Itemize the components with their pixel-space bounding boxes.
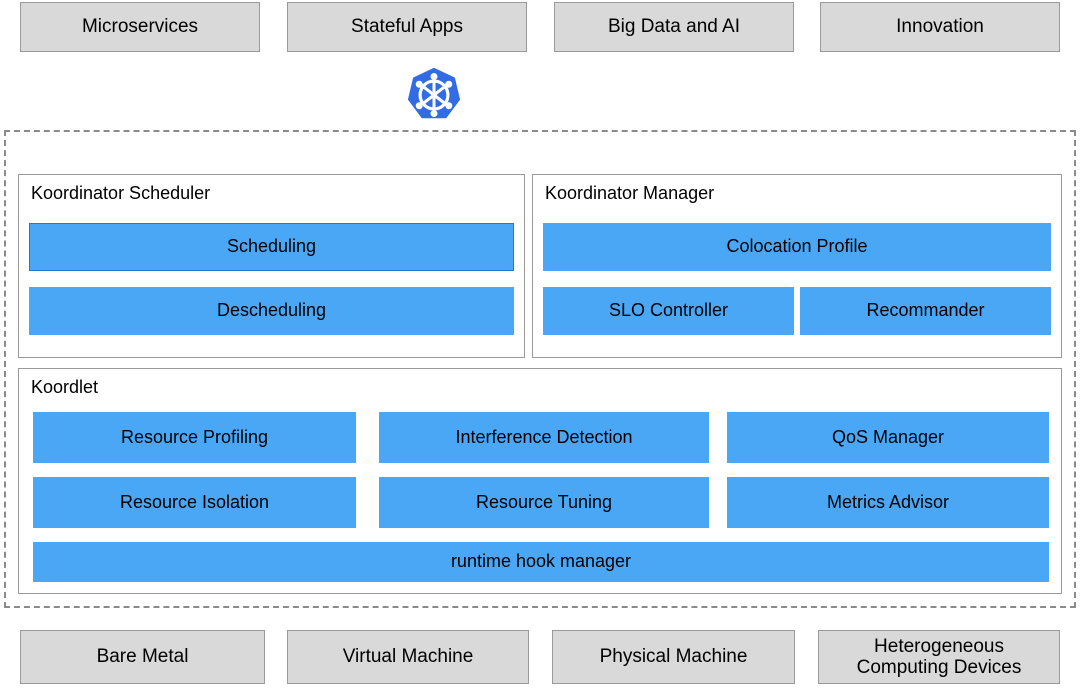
component-resource-tuning[interactable]: Resource Tuning	[379, 477, 709, 528]
workload-label: Microservices	[81, 16, 199, 38]
infrastructure-box-physical-machine[interactable]: Physical Machine	[552, 630, 795, 684]
infrastructure-box-virtual-machine[interactable]: Virtual Machine	[287, 630, 529, 684]
infrastructure-label: Physical Machine	[599, 646, 748, 668]
workload-box-big-data-and-ai[interactable]: Big Data and AI	[554, 2, 794, 52]
koordinator-scheduler-title: Koordinator Scheduler	[31, 183, 211, 203]
koordinator-manager-title: Koordinator Manager	[545, 183, 715, 203]
component-label: Resource Tuning	[475, 491, 613, 512]
component-label: Descheduling	[216, 300, 327, 321]
component-label: Colocation Profile	[726, 236, 868, 257]
component-qos-manager[interactable]: QoS Manager	[727, 412, 1049, 463]
component-descheduling[interactable]: Descheduling	[29, 287, 514, 335]
component-label: Resource Isolation	[119, 491, 270, 512]
component-label: Resource Profiling	[120, 426, 269, 447]
component-slo-controller[interactable]: SLO Controller	[543, 287, 794, 335]
component-label: QoS Manager	[831, 426, 945, 447]
component-label: Metrics Advisor	[826, 491, 950, 512]
workload-label: Stateful Apps	[351, 16, 463, 38]
infrastructure-label: Bare Metal	[96, 646, 189, 668]
koordinator-manager-panel: Koordinator Manager Colocation Profile S…	[532, 174, 1062, 358]
kubernetes-logo-icon	[405, 66, 463, 124]
component-label: SLO Controller	[608, 300, 729, 321]
component-label: Scheduling	[226, 236, 317, 257]
koordinator-scheduler-panel: Koordinator Scheduler Scheduling Desched…	[18, 174, 525, 358]
component-metrics-advisor[interactable]: Metrics Advisor	[727, 477, 1049, 528]
component-label: runtime hook manager	[450, 551, 632, 572]
infrastructure-label-line2: Computing Devices	[856, 657, 1022, 678]
koordlet-panel: Koordlet Resource Profiling Interference…	[18, 368, 1062, 594]
infrastructure-label: Virtual Machine	[342, 646, 474, 668]
workload-box-microservices[interactable]: Microservices	[20, 2, 260, 52]
architecture-diagram: Microservices Stateful Apps Big Data and…	[0, 0, 1080, 697]
component-colocation-profile[interactable]: Colocation Profile	[543, 223, 1051, 271]
component-recommander[interactable]: Recommander	[800, 287, 1051, 335]
workload-label: Innovation	[896, 16, 984, 38]
workload-box-stateful-apps[interactable]: Stateful Apps	[287, 2, 527, 52]
component-label: Recommander	[866, 300, 985, 321]
workload-label: Big Data and AI	[607, 16, 741, 38]
koordlet-title: Koordlet	[31, 377, 99, 397]
infrastructure-box-heterogeneous-computing-devices[interactable]: Heterogeneous Computing Devices	[818, 630, 1060, 684]
infrastructure-box-bare-metal[interactable]: Bare Metal	[20, 630, 265, 684]
component-resource-profiling[interactable]: Resource Profiling	[33, 412, 356, 463]
component-runtime-hook-manager[interactable]: runtime hook manager	[33, 542, 1049, 582]
component-interference-detection[interactable]: Interference Detection	[379, 412, 709, 463]
infrastructure-label-line1: Heterogeneous	[874, 635, 1004, 657]
component-scheduling[interactable]: Scheduling	[29, 223, 514, 271]
component-resource-isolation[interactable]: Resource Isolation	[33, 477, 356, 528]
workload-box-innovation[interactable]: Innovation	[820, 2, 1060, 52]
component-label: Interference Detection	[455, 426, 633, 447]
